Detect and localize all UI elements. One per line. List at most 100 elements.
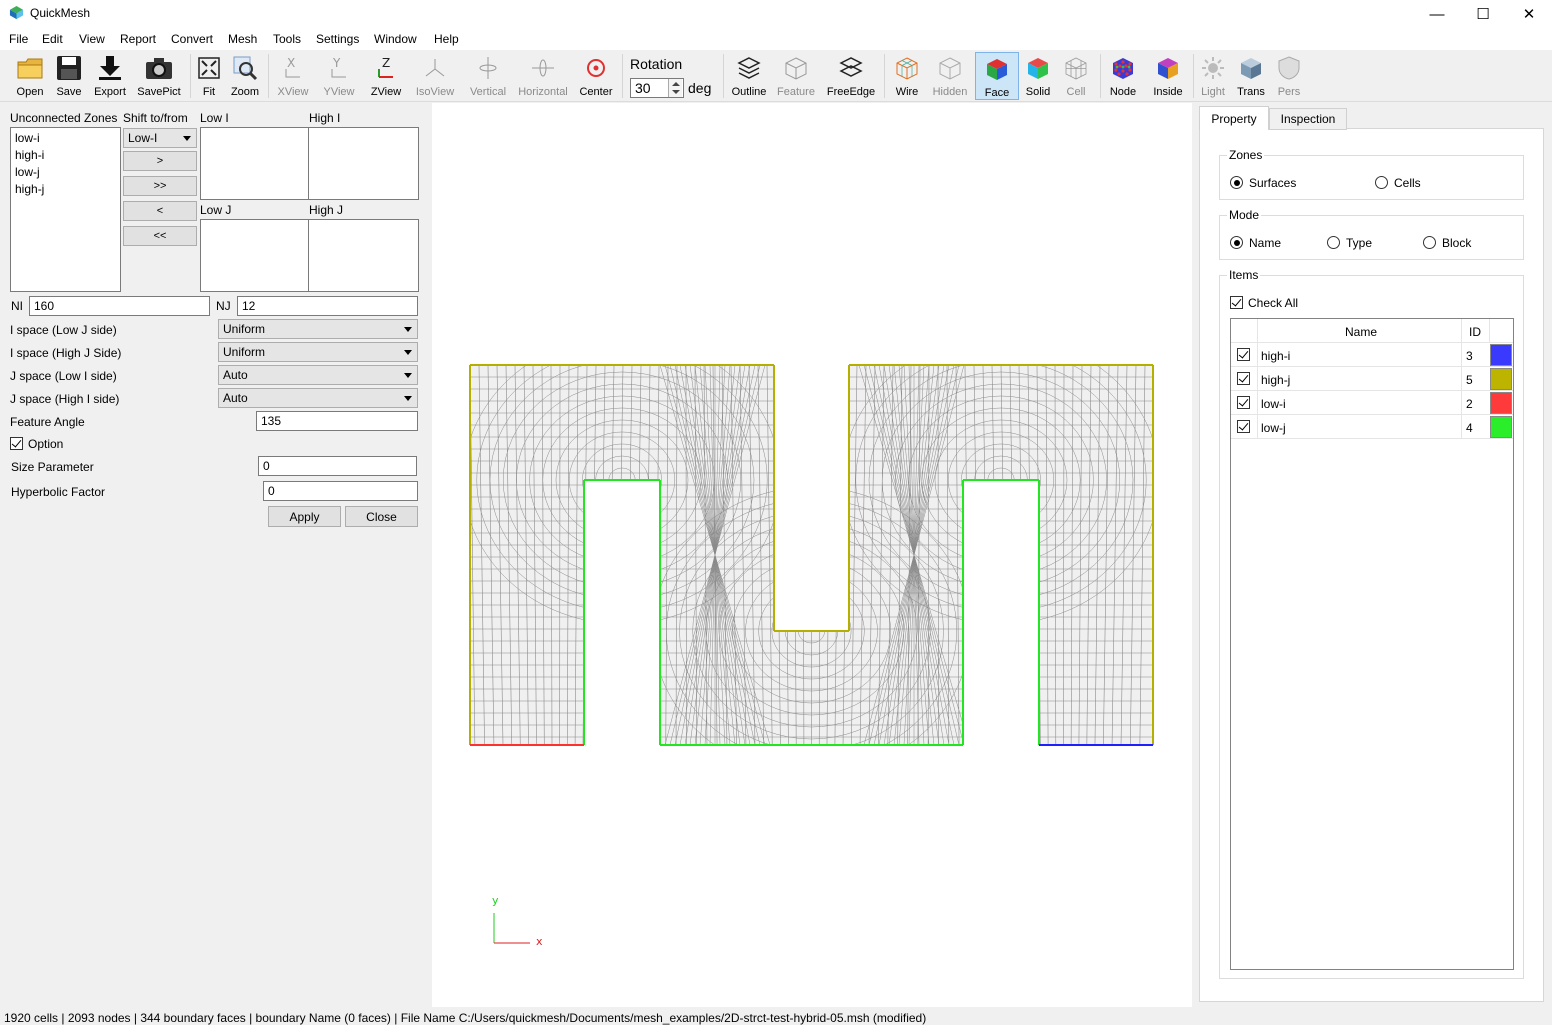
close-window-button[interactable]: ✕ [1506,0,1552,28]
light-button[interactable]: Light [1197,52,1229,100]
xview-button[interactable]: X XView [275,52,311,100]
spin-up-icon[interactable] [672,82,680,86]
menu-edit[interactable]: Edit [42,32,63,46]
zoom-label: Zoom [230,86,260,98]
nj-input[interactable]: 12 [237,296,418,316]
maximize-button[interactable]: ☐ [1460,0,1506,28]
isoview-button[interactable]: IsoView [413,52,457,100]
surfaces-radio[interactable] [1230,176,1243,189]
menu-window[interactable]: Window [374,32,417,46]
size-parameter-input[interactable]: 0 [258,456,417,476]
row-checkbox[interactable] [1237,420,1250,433]
row-color-swatch[interactable] [1490,392,1512,414]
fit-button[interactable]: Fit [194,52,224,100]
move-left-button[interactable]: < [123,201,197,221]
face-button[interactable]: Face [975,52,1019,100]
open-button[interactable]: Open [12,52,48,100]
table-row[interactable]: low-i 2 [1231,391,1513,415]
vertical-button[interactable]: Vertical [466,52,510,100]
ispace-low-j-select[interactable]: Uniform [218,319,418,339]
jspace-high-i-select[interactable]: Auto [218,388,418,408]
save-button[interactable]: Save [52,52,86,100]
table-row[interactable]: high-i 3 [1231,343,1513,367]
menu-file[interactable]: File [9,32,28,46]
mesh-canvas[interactable]: y x [432,103,1192,1007]
hyperbolic-factor-input[interactable]: 0 [263,481,418,501]
list-item[interactable]: high-i [15,148,44,162]
menu-view[interactable]: View [79,32,105,46]
zview-button[interactable]: Z ZView [367,52,405,100]
row-checkbox[interactable] [1237,372,1250,385]
check-all-checkbox[interactable] [1230,296,1243,309]
wire-button[interactable]: Wire [890,52,924,100]
row-color-swatch[interactable] [1490,344,1512,366]
move-right-button[interactable]: > [123,151,197,171]
menu-mesh[interactable]: Mesh [228,32,257,46]
menu-report[interactable]: Report [120,32,156,46]
freeedge-button[interactable]: FreeEdge [826,52,876,100]
option-checkbox[interactable] [10,437,23,450]
export-button[interactable]: Export [90,52,130,100]
menu-help[interactable]: Help [434,32,459,46]
tab-inspection[interactable]: Inspection [1269,108,1347,130]
menu-tools[interactable]: Tools [273,32,301,46]
move-all-left-button[interactable]: << [123,226,197,246]
outline-button[interactable]: Outline [729,52,769,100]
cell-button[interactable]: Cell [1060,52,1092,100]
high-j-list[interactable] [308,219,419,292]
solid-button[interactable]: Solid [1022,52,1054,100]
high-i-list[interactable] [308,127,419,200]
zoom-button[interactable]: Zoom [228,52,262,100]
inside-button[interactable]: Inside [1150,52,1186,100]
column-divider [1461,415,1462,439]
outline-layers-icon [737,57,761,79]
jspace-low-i-select[interactable]: Auto [218,365,418,385]
menu-convert[interactable]: Convert [171,32,213,46]
list-item[interactable]: low-i [15,131,40,145]
apply-button[interactable]: Apply [268,506,341,527]
close-button[interactable]: Close [345,506,418,527]
mode-block-radio[interactable] [1423,236,1436,249]
node-button[interactable]: Node [1106,52,1140,100]
row-color-swatch[interactable] [1490,368,1512,390]
hidden-button[interactable]: Hidden [930,52,970,100]
items-group-label: Items [1227,268,1261,282]
low-i-list[interactable] [200,127,309,200]
ni-input[interactable]: 160 [29,296,210,316]
savepict-button[interactable]: SavePict [136,52,182,100]
table-row[interactable]: high-j 5 [1231,367,1513,391]
shift-side-select[interactable]: Low-I [123,128,197,148]
column-header-name[interactable]: Name [1345,325,1377,339]
list-item[interactable]: low-j [15,165,40,179]
feature-angle-input[interactable]: 135 [256,411,418,431]
chevron-down-icon [404,373,412,378]
center-label: Center [579,86,613,98]
ispace-high-j-select[interactable]: Uniform [218,342,418,362]
spin-down-icon[interactable] [672,90,680,94]
yview-button[interactable]: Y YView [320,52,358,100]
cells-radio[interactable] [1375,176,1388,189]
pers-button[interactable]: Pers [1273,52,1305,100]
mode-name-radio[interactable] [1230,236,1243,249]
low-j-list[interactable] [200,219,309,292]
horizontal-rotate-icon [532,59,554,77]
row-color-swatch[interactable] [1490,416,1512,438]
trans-button[interactable]: Trans [1234,52,1268,100]
mesh-viewport[interactable]: y x [432,103,1192,1007]
chevron-down-icon [404,327,412,332]
feature-button[interactable]: Feature [774,52,818,100]
mode-type-radio[interactable] [1327,236,1340,249]
move-all-right-button[interactable]: >> [123,176,197,196]
menu-settings[interactable]: Settings [316,32,359,46]
rotation-spinner[interactable] [668,79,682,97]
table-row[interactable]: low-j 4 [1231,415,1513,439]
minimize-button[interactable]: — [1414,0,1460,28]
unconnected-zones-list[interactable]: low-i high-i low-j high-j [10,127,121,292]
row-checkbox[interactable] [1237,348,1250,361]
row-checkbox[interactable] [1237,396,1250,409]
list-item[interactable]: high-j [15,182,44,196]
column-header-id[interactable]: ID [1469,325,1481,339]
tab-property[interactable]: Property [1199,106,1269,130]
center-button[interactable]: Center [577,52,615,100]
horizontal-button[interactable]: Horizontal [516,52,570,100]
